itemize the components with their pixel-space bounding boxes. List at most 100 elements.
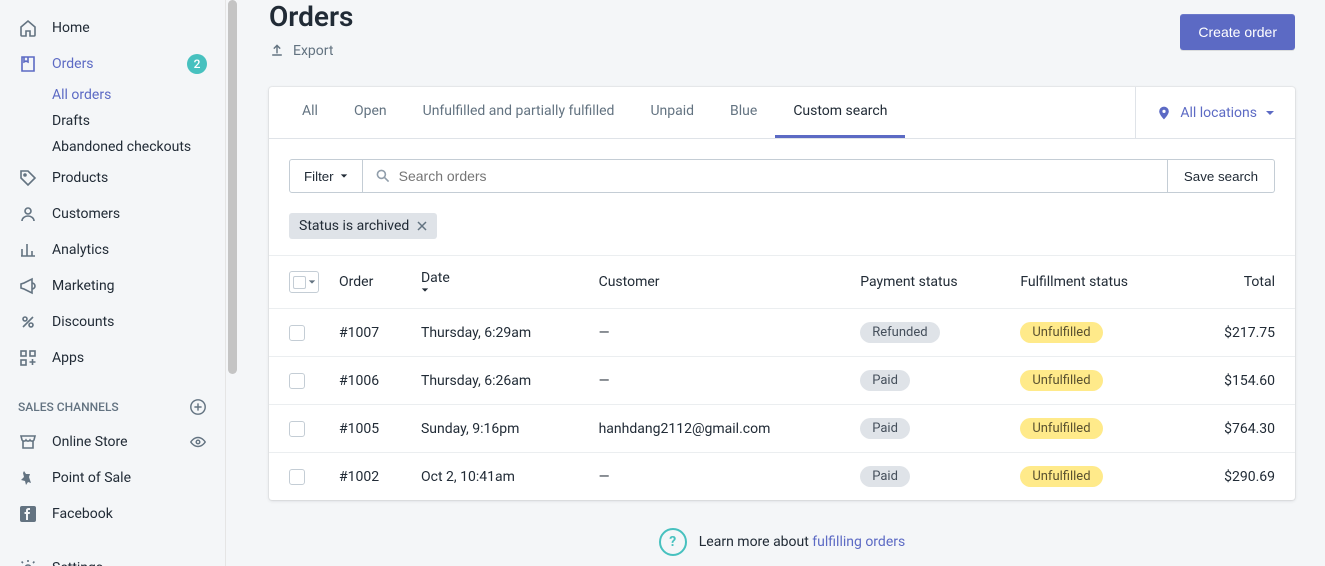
location-label: All locations [1180, 105, 1257, 121]
sidebar-item-label: Products [52, 170, 207, 186]
filter-tag-label: Status is archived [299, 218, 409, 234]
cell-total: $154.60 [1185, 357, 1295, 405]
filter-row: Filter Save search [269, 139, 1295, 213]
save-search-button[interactable]: Save search [1168, 159, 1275, 193]
sidebar-item-apps[interactable]: Apps [0, 340, 225, 376]
view-store-icon[interactable] [189, 433, 207, 451]
sidebar-item-discounts[interactable]: Discounts [0, 304, 225, 340]
filter-label: Filter [304, 169, 334, 184]
sidebar-item-orders[interactable]: Orders 2 [0, 46, 225, 82]
page-title: Orders [269, 0, 353, 33]
home-icon [18, 18, 38, 38]
select-all-checkbox[interactable] [289, 271, 319, 293]
sidebar-item-marketing[interactable]: Marketing [0, 268, 225, 304]
apps-icon [18, 348, 38, 368]
sidebar-item-settings[interactable]: Settings [0, 550, 225, 566]
sidebar-item-analytics[interactable]: Analytics [0, 232, 225, 268]
cell-payment: Paid [850, 405, 1010, 453]
hint-icon: ? [659, 528, 687, 556]
online-store-icon [18, 432, 38, 452]
cell-fulfillment: Unfulfilled [1010, 453, 1184, 501]
table-row[interactable]: #1007Thursday, 6:29am—RefundedUnfulfille… [269, 309, 1295, 357]
tab-blue[interactable]: Blue [712, 87, 775, 138]
sidebar-sub-abandoned[interactable]: Abandoned checkouts [0, 134, 225, 160]
add-channel-icon[interactable] [189, 398, 207, 416]
sidebar-item-label: Online Store [52, 434, 189, 450]
table-row[interactable]: #1006Thursday, 6:26am—PaidUnfulfilled$15… [269, 357, 1295, 405]
sidebar-sub-all-orders[interactable]: All orders [0, 82, 225, 108]
tab-open[interactable]: Open [336, 87, 405, 138]
th-date[interactable]: Date [411, 256, 589, 309]
footer-link[interactable]: fulfilling orders [812, 534, 905, 550]
facebook-icon [18, 504, 38, 524]
sidebar-item-label: Apps [52, 350, 207, 366]
sidebar-item-label: Home [52, 20, 207, 36]
row-checkbox[interactable] [289, 469, 305, 485]
sidebar-item-label: Orders [52, 56, 187, 72]
th-fulfillment[interactable]: Fulfillment status [1010, 256, 1184, 309]
sidebar-item-customers[interactable]: Customers [0, 196, 225, 232]
cell-total: $764.30 [1185, 405, 1295, 453]
sidebar-item-pos[interactable]: Point of Sale [0, 460, 225, 496]
cell-customer: — [589, 309, 851, 357]
sidebar-item-products[interactable]: Products [0, 160, 225, 196]
sidebar-item-home[interactable]: Home [0, 10, 225, 46]
applied-filters: Status is archived [269, 213, 1295, 255]
footer-text: Learn more about [699, 534, 813, 550]
cell-customer: hanhdang2112@gmail.com [589, 405, 851, 453]
tabs-row: All Open Unfulfilled and partially fulfi… [269, 87, 1295, 139]
cell-fulfillment: Unfulfilled [1010, 309, 1184, 357]
th-customer[interactable]: Customer [589, 256, 851, 309]
cell-fulfillment: Unfulfilled [1010, 357, 1184, 405]
cell-date: Thursday, 6:26am [411, 357, 589, 405]
page-header: Orders Export Create order [269, 0, 1295, 59]
pos-icon [18, 468, 38, 488]
orders-card: All Open Unfulfilled and partially fulfi… [269, 87, 1295, 500]
sidebar-sub-drafts[interactable]: Drafts [0, 108, 225, 134]
cell-fulfillment: Unfulfilled [1010, 405, 1184, 453]
tab-all[interactable]: All [284, 87, 336, 138]
tab-unpaid[interactable]: Unpaid [632, 87, 712, 138]
footer-hint: ? Learn more about fulfilling orders [269, 528, 1295, 556]
table-row[interactable]: #1005Sunday, 9:16pmhanhdang2112@gmail.co… [269, 405, 1295, 453]
cell-payment: Refunded [850, 309, 1010, 357]
sales-channels-header: SALES CHANNELS [0, 390, 225, 424]
cell-total: $290.69 [1185, 453, 1295, 501]
cell-customer: — [589, 357, 851, 405]
table-row[interactable]: #1002Oct 2, 10:41am—PaidUnfulfilled$290.… [269, 453, 1295, 501]
th-total[interactable]: Total [1185, 256, 1295, 309]
export-icon [269, 43, 285, 59]
location-selector[interactable]: All locations [1135, 87, 1295, 138]
sidebar-item-label: Discounts [52, 314, 207, 330]
th-payment[interactable]: Payment status [850, 256, 1010, 309]
remove-filter-icon[interactable] [417, 221, 427, 231]
cell-order: #1006 [329, 357, 411, 405]
create-order-button[interactable]: Create order [1180, 14, 1295, 50]
sidebar-item-online-store[interactable]: Online Store [0, 424, 225, 460]
search-wrapper [363, 159, 1168, 193]
export-button[interactable]: Export [269, 43, 353, 59]
tabs: All Open Unfulfilled and partially fulfi… [269, 87, 1135, 138]
th-order[interactable]: Order [329, 256, 411, 309]
row-checkbox[interactable] [289, 373, 305, 389]
chevron-down-icon [340, 172, 348, 180]
search-icon [375, 168, 391, 184]
cell-date: Sunday, 9:16pm [411, 405, 589, 453]
sidebar-item-label: Analytics [52, 242, 207, 258]
discounts-icon [18, 312, 38, 332]
main-content: Orders Export Create order All Open Unfu… [239, 0, 1325, 566]
row-checkbox[interactable] [289, 421, 305, 437]
settings-icon [18, 558, 38, 566]
search-input[interactable] [399, 160, 1155, 192]
tab-unfulfilled[interactable]: Unfulfilled and partially fulfilled [405, 87, 633, 138]
sidebar-item-label: Facebook [52, 506, 207, 522]
filter-button[interactable]: Filter [289, 159, 363, 193]
row-checkbox[interactable] [289, 325, 305, 341]
sidebar-item-label: Point of Sale [52, 470, 207, 486]
cell-date: Oct 2, 10:41am [411, 453, 589, 501]
tab-custom-search[interactable]: Custom search [775, 87, 905, 138]
analytics-icon [18, 240, 38, 260]
sidebar-scrollbar[interactable] [225, 0, 239, 566]
sidebar-item-facebook[interactable]: Facebook [0, 496, 225, 532]
customers-icon [18, 204, 38, 224]
